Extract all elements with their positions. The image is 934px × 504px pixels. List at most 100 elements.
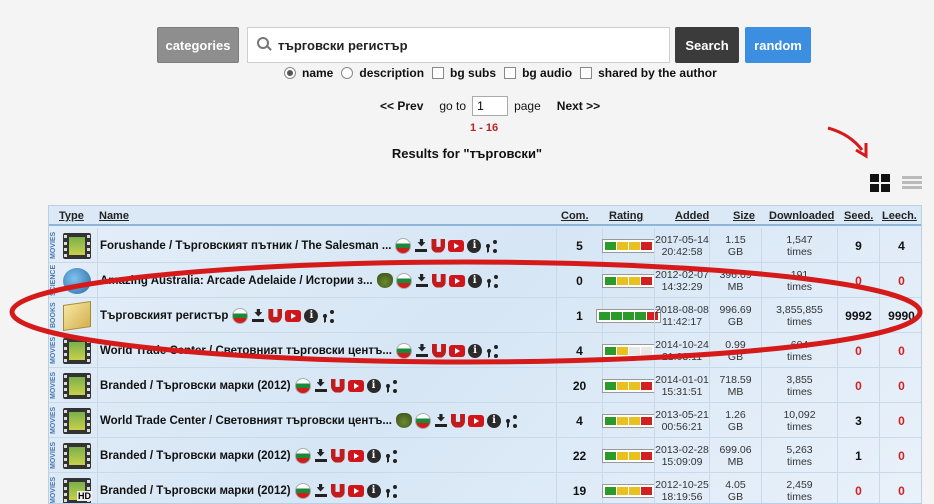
uploader-icon[interactable] (395, 413, 412, 428)
table-row[interactable]: MOVIES Forushande / Търговският пътник / … (49, 228, 921, 263)
info-icon[interactable]: i (467, 273, 482, 288)
comment-count[interactable]: 19 (573, 484, 586, 498)
header-downloaded[interactable]: Downloaded (769, 210, 834, 222)
table-row[interactable]: MOVIES Branded / Търговски марки (2012) i 2… (49, 438, 921, 473)
header-size[interactable]: Size (733, 210, 755, 222)
youtube-icon[interactable] (448, 239, 465, 252)
header-added[interactable]: Added (675, 210, 709, 222)
checkbox-bg-audio[interactable] (504, 67, 517, 79)
comment-count[interactable]: 22 (573, 449, 586, 463)
header-seed[interactable]: Seed. (844, 210, 873, 222)
checkbox-bg-subs[interactable] (432, 67, 445, 79)
random-button[interactable]: random (745, 27, 811, 63)
search-input[interactable] (276, 36, 656, 54)
search-box[interactable] (247, 27, 670, 63)
film-icon[interactable] (63, 443, 91, 469)
option-bg-audio[interactable]: bg audio (504, 66, 572, 80)
radio-name[interactable] (284, 67, 296, 79)
info-icon[interactable]: i (304, 308, 319, 323)
option-shared-by-author[interactable]: shared by the author (580, 66, 717, 80)
comment-count[interactable]: 4 (576, 344, 583, 358)
info-icon[interactable]: i (366, 378, 381, 393)
youtube-icon[interactable] (467, 414, 484, 427)
option-bg-subs[interactable]: bg subs (432, 66, 496, 80)
magnet-icon[interactable] (431, 273, 446, 288)
search-button[interactable]: Search (675, 27, 739, 63)
youtube-icon[interactable] (448, 344, 465, 357)
torrent-name[interactable]: World Trade Center / Световният търговск… (100, 415, 392, 427)
torrent-name[interactable]: Branded / Търговски марки (2012) (100, 380, 291, 392)
info-icon[interactable]: i (467, 238, 482, 253)
share-icon[interactable] (504, 414, 518, 428)
youtube-icon[interactable] (347, 449, 364, 462)
share-icon[interactable] (384, 484, 398, 498)
book-icon[interactable] (63, 301, 91, 331)
torrent-name[interactable]: Amazing Australia: Arcade Adelaide / Ист… (100, 275, 373, 287)
info-icon[interactable]: i (486, 413, 501, 428)
header-leech[interactable]: Leech. (882, 210, 917, 222)
info-icon[interactable]: i (366, 448, 381, 463)
header-rating[interactable]: Rating (609, 210, 643, 222)
share-icon[interactable] (384, 449, 398, 463)
comment-count[interactable]: 20 (573, 379, 586, 393)
comment-count[interactable]: 5 (576, 239, 583, 253)
header-type[interactable]: Type (59, 210, 84, 222)
torrent-name[interactable]: Branded / Търговски марки (2012) (100, 485, 291, 497)
comment-count[interactable]: 1 (576, 309, 583, 323)
page-input[interactable] (472, 96, 509, 116)
download-icon[interactable] (314, 484, 328, 498)
youtube-icon[interactable] (448, 274, 465, 287)
magnet-icon[interactable] (450, 413, 465, 428)
download-icon[interactable] (414, 239, 428, 253)
info-icon[interactable]: i (467, 343, 482, 358)
torrent-name[interactable]: Forushande / Търговският пътник / The Sa… (100, 240, 391, 252)
torrent-name[interactable]: Търговският регистър (100, 310, 228, 322)
option-description[interactable]: description (341, 66, 424, 80)
next-link[interactable]: Next >> (557, 99, 600, 113)
table-row[interactable]: BOOKS Търговският регистър i 1 2018-08-08 11:… (49, 298, 921, 333)
youtube-icon[interactable] (347, 484, 364, 497)
torrent-name[interactable]: World Trade Center / Световният търговск… (100, 345, 392, 357)
checkbox-shared-by-author[interactable] (580, 67, 593, 79)
share-icon[interactable] (384, 379, 398, 393)
header-name[interactable]: Name (99, 210, 129, 222)
download-icon[interactable] (434, 414, 448, 428)
film-icon[interactable] (63, 373, 91, 399)
share-icon[interactable] (321, 309, 335, 323)
option-name[interactable]: name (284, 66, 333, 80)
torrent-name[interactable]: Branded / Търговски марки (2012) (100, 450, 291, 462)
download-icon[interactable] (314, 449, 328, 463)
comment-count[interactable]: 4 (576, 414, 583, 428)
film-icon[interactable] (63, 233, 91, 259)
categories-button[interactable]: categories (157, 27, 239, 63)
youtube-icon[interactable] (347, 379, 364, 392)
share-icon[interactable] (485, 274, 499, 288)
table-row[interactable]: MOVIES World Trade Center / Световният тъ… (49, 333, 921, 368)
share-icon[interactable] (484, 239, 498, 253)
download-icon[interactable] (314, 379, 328, 393)
film-icon[interactable] (63, 338, 91, 364)
table-row[interactable]: MOVIES World Trade Center / Световният тъ… (49, 403, 921, 438)
download-icon[interactable] (415, 274, 429, 288)
magnet-icon[interactable] (268, 308, 283, 323)
magnet-icon[interactable] (431, 343, 446, 358)
comment-count[interactable]: 0 (576, 274, 583, 288)
radio-description[interactable] (341, 67, 354, 79)
share-icon[interactable] (485, 344, 499, 358)
magnet-icon[interactable] (431, 238, 446, 253)
film-icon[interactable] (63, 408, 91, 434)
table-row[interactable]: MOVIES Branded / Търговски марки (2012) i 2… (49, 368, 921, 403)
magnet-icon[interactable] (330, 378, 345, 393)
magnet-icon[interactable] (330, 483, 345, 498)
uploader-icon[interactable] (376, 273, 393, 288)
download-icon[interactable] (251, 309, 265, 323)
magnet-icon[interactable] (330, 448, 345, 463)
globe-icon[interactable] (63, 268, 91, 294)
download-icon[interactable] (415, 344, 429, 358)
youtube-icon[interactable] (285, 309, 302, 322)
table-row[interactable]: SCIENCE Amazing Australia: Arcade Adelaid… (49, 263, 921, 298)
header-com[interactable]: Com. (561, 210, 589, 222)
prev-link[interactable]: << Prev (380, 99, 423, 113)
grid-view-icon[interactable] (870, 174, 890, 192)
list-view-icon[interactable] (902, 176, 922, 190)
